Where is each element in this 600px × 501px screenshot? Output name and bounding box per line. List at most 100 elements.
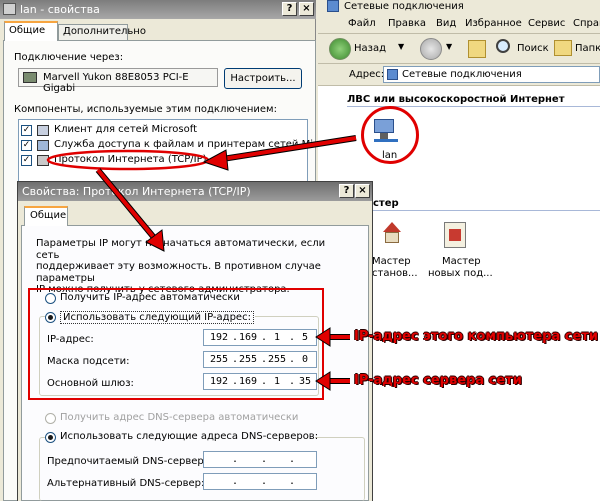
menu-item-view[interactable]: Вид <box>436 18 456 29</box>
search-icon[interactable] <box>496 39 510 53</box>
menu-item-edit[interactable]: Правка <box>388 18 426 29</box>
ip-address-label: IP-адрес: <box>47 334 94 345</box>
preferred-dns-label: Предпочитаемый DNS-сервер: <box>47 456 208 467</box>
explorer-titlebar: Сетевые подключения <box>318 0 600 14</box>
radio-label: Получить адрес DNS-сервера автоматически <box>60 412 299 423</box>
ip-octet: 1 <box>273 332 281 343</box>
radio-label: Использовать следующие адреса DNS-сервер… <box>60 431 319 442</box>
forward-arrow-icon[interactable] <box>420 38 442 60</box>
component-label: Протокол Интернета (TCP/IP) <box>54 154 207 165</box>
folders-button-label[interactable]: Папк <box>575 43 600 54</box>
subnet-mask-input[interactable]: 255 . 255 . 255 . 0 <box>203 351 317 368</box>
ip-octet: 1 <box>273 376 281 387</box>
alternate-dns-label: Альтернативный DNS-сервер: <box>47 478 205 489</box>
component-checkbox[interactable]: ✓ <box>21 125 32 136</box>
home-network-wizard-icon[interactable] <box>380 222 404 246</box>
menu-item-file[interactable]: Файл <box>348 18 376 29</box>
connect-using-label: Подключение через: <box>14 52 124 63</box>
ip-octet: 255 <box>238 354 258 365</box>
gateway-annotation-label: IP-адрес сервера сети <box>354 373 522 388</box>
chevron-down-icon[interactable]: ▼ <box>446 42 452 51</box>
radio-label: Получить IP-адрес автоматически <box>60 292 240 303</box>
radio-button[interactable] <box>45 293 56 304</box>
folder-up-icon[interactable] <box>468 40 486 58</box>
components-list[interactable]: ✓ Клиент для сетей Microsoft ✓ Служба до… <box>18 119 329 183</box>
dns-settings-group <box>39 437 365 501</box>
menu-item-help[interactable]: Справ <box>573 18 600 29</box>
component-label: Клиент для сетей Microsoft <box>54 124 197 135</box>
connection-label[interactable]: lan <box>382 150 397 161</box>
radio-button[interactable] <box>45 432 56 443</box>
ip-octet: 5 <box>301 332 309 343</box>
ip-octet: 255 <box>267 354 287 365</box>
search-button-label[interactable]: Поиск <box>517 43 549 54</box>
component-checkbox[interactable]: ✓ <box>21 140 32 151</box>
ip-octet: 35 <box>298 376 312 387</box>
new-connection-wizard-icon[interactable] <box>444 222 466 248</box>
network-client-icon <box>37 125 49 136</box>
adapter-field: Marvell Yukon 88E8053 PCI-E Gigabi <box>18 68 218 94</box>
radio-auto-ip[interactable]: Получить IP-адрес автоматически <box>45 292 305 305</box>
wizard-section-title: стер <box>373 198 399 209</box>
radio-auto-dns[interactable]: Получить адрес DNS-сервера автоматически <box>45 412 325 425</box>
tcpip-titlebar: Свойства: Протокол Интернета (TCP/IP) <box>18 182 372 201</box>
wizard-label[interactable]: Мастер новых под... <box>428 256 493 280</box>
back-arrow-icon[interactable] <box>329 38 351 60</box>
close-button[interactable]: × <box>299 2 314 16</box>
radio-button[interactable] <box>45 312 56 323</box>
wizard-label[interactable]: Мастер станов... <box>372 256 418 280</box>
network-connection-icon <box>3 3 16 15</box>
help-button[interactable]: ? <box>339 184 354 198</box>
list-item[interactable]: ✓ Протокол Интернета (TCP/IP) <box>21 154 307 167</box>
list-item[interactable]: ✓ Служба доступа к файлам и принтерам се… <box>21 139 329 152</box>
preferred-dns-input[interactable]: ... <box>203 451 317 468</box>
configure-button[interactable]: Настроить... <box>224 68 302 89</box>
intro-text: Параметры IP могут назначаться автоматич… <box>36 238 336 296</box>
help-button[interactable]: ? <box>282 2 297 16</box>
chevron-down-icon[interactable]: ▼ <box>398 42 404 51</box>
ip-octet: 192 <box>209 332 229 343</box>
lan-connection-icon[interactable] <box>372 117 400 143</box>
radio-manual-dns[interactable]: Использовать следующие адреса DNS-сервер… <box>45 431 319 444</box>
explorer-title: Сетевые подключения <box>344 1 464 12</box>
close-button[interactable]: × <box>355 184 370 198</box>
network-folder-icon <box>387 69 398 80</box>
network-folder-icon <box>327 0 339 12</box>
menu-item-tools[interactable]: Сервис <box>528 18 565 29</box>
ip-octet: 192 <box>209 376 229 387</box>
wizard-label-line: новых под... <box>428 268 493 279</box>
ip-address-input[interactable]: 192 . 169 . 1 . 5 <box>203 329 317 346</box>
component-checkbox[interactable]: ✓ <box>21 155 32 166</box>
toolbar: Назад ▼ ▼ Поиск Папк <box>318 34 600 64</box>
network-adapter-icon <box>23 72 37 83</box>
ip-octet: 169 <box>238 376 258 387</box>
radio-label: Использовать следующий IP-адрес: <box>60 311 254 324</box>
wizard-label-line: Мастер <box>372 256 411 267</box>
folders-icon[interactable] <box>554 40 572 56</box>
default-gateway-label: Основной шлюз: <box>47 378 134 389</box>
back-button-label[interactable]: Назад <box>354 43 386 54</box>
wizard-label-line: Мастер <box>442 256 481 267</box>
section-title: ЛВС или высокоскоростной Интернет <box>347 94 565 105</box>
wizard-label-line: станов... <box>372 268 418 279</box>
file-sharing-icon <box>37 140 49 151</box>
tab-general[interactable]: Общие <box>24 206 68 226</box>
tab-advanced[interactable]: Дополнительно <box>58 24 146 41</box>
menu-item-favorites[interactable]: Избранное <box>465 18 522 29</box>
component-label: Служба доступа к файлам и принтерам сете… <box>54 139 329 150</box>
address-label: Адрес: <box>349 69 385 80</box>
default-gateway-input[interactable]: 192 . 169 . 1 . 35 <box>203 373 317 390</box>
lan-window-titlebar: lan - свойства <box>0 0 316 19</box>
intro-line: поддерживает эту возможность. В противно… <box>36 261 321 284</box>
tcpip-window-title: Свойства: Протокол Интернета (TCP/IP) <box>22 185 251 198</box>
alternate-dns-input[interactable]: ... <box>203 473 317 490</box>
radio-manual-ip[interactable]: Использовать следующий IP-адрес: <box>45 311 255 324</box>
list-item[interactable]: ✓ Клиент для сетей Microsoft <box>21 124 307 137</box>
subnet-mask-label: Маска подсети: <box>47 356 130 367</box>
ip-octet: 0 <box>301 354 309 365</box>
protocol-icon <box>37 155 49 166</box>
address-input[interactable]: Сетевые подключения <box>383 66 600 83</box>
address-value: Сетевые подключения <box>402 69 522 80</box>
tab-general[interactable]: Общие <box>4 21 58 41</box>
radio-button[interactable] <box>45 413 56 424</box>
